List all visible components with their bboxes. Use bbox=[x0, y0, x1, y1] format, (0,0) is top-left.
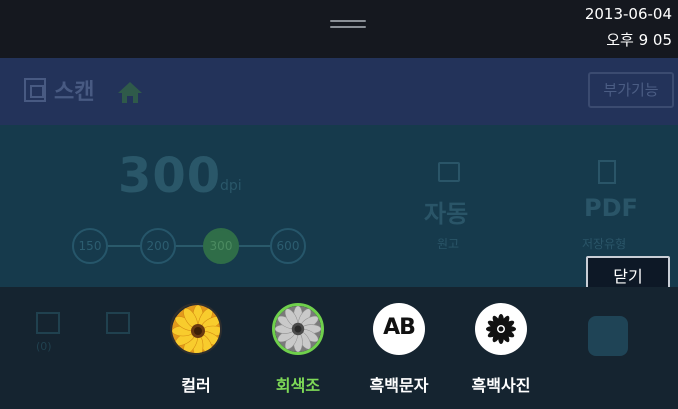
file-format-label: 저장유형 bbox=[582, 237, 627, 251]
scan-settings-panel bbox=[0, 125, 678, 287]
mail-count: (0) bbox=[36, 340, 52, 353]
file-format-icon bbox=[598, 160, 616, 184]
home-icon bbox=[118, 82, 142, 103]
color-option-label[interactable]: 컬러 bbox=[141, 372, 251, 396]
bw-photo-option-label[interactable]: 흑백사진 bbox=[446, 372, 556, 396]
status-date: 2013-06-04 bbox=[584, 5, 672, 23]
resolution-unit: dpi bbox=[220, 178, 242, 194]
grayscale-option-label[interactable]: 회색조 bbox=[243, 372, 353, 396]
document-icon bbox=[106, 312, 130, 334]
scan-icon bbox=[24, 78, 46, 102]
original-icon bbox=[438, 162, 460, 182]
drag-handle-icon[interactable] bbox=[330, 20, 366, 28]
original-label: 원고 bbox=[437, 237, 460, 251]
mail-icon bbox=[36, 312, 60, 334]
ab-text-glyph: AB bbox=[383, 315, 416, 340]
grayscale-flower-icon[interactable] bbox=[272, 303, 324, 355]
original-value: 자동 bbox=[424, 200, 469, 228]
more-features-button: 부가기능 bbox=[588, 72, 674, 108]
bw-flower-icon[interactable] bbox=[475, 303, 527, 355]
color-flower-icon[interactable] bbox=[170, 303, 222, 355]
file-format-value: PDF bbox=[584, 194, 638, 222]
bw-text-option-label[interactable]: 흑백문자 bbox=[344, 372, 454, 396]
page-title: 스캔 bbox=[54, 80, 95, 105]
ab-text-icon[interactable]: AB bbox=[373, 303, 425, 355]
status-bar bbox=[0, 0, 678, 58]
status-time: 오후 9 05 bbox=[606, 31, 672, 49]
resolution-option-200: 200 bbox=[140, 228, 176, 264]
extension-icon bbox=[588, 316, 628, 356]
resolution-option-150: 150 bbox=[72, 228, 108, 264]
resolution-value: 300 bbox=[118, 148, 222, 204]
app-header bbox=[0, 58, 678, 125]
resolution-option-300: 300 bbox=[203, 228, 239, 264]
resolution-slider-track bbox=[90, 245, 290, 247]
resolution-option-600: 600 bbox=[270, 228, 306, 264]
